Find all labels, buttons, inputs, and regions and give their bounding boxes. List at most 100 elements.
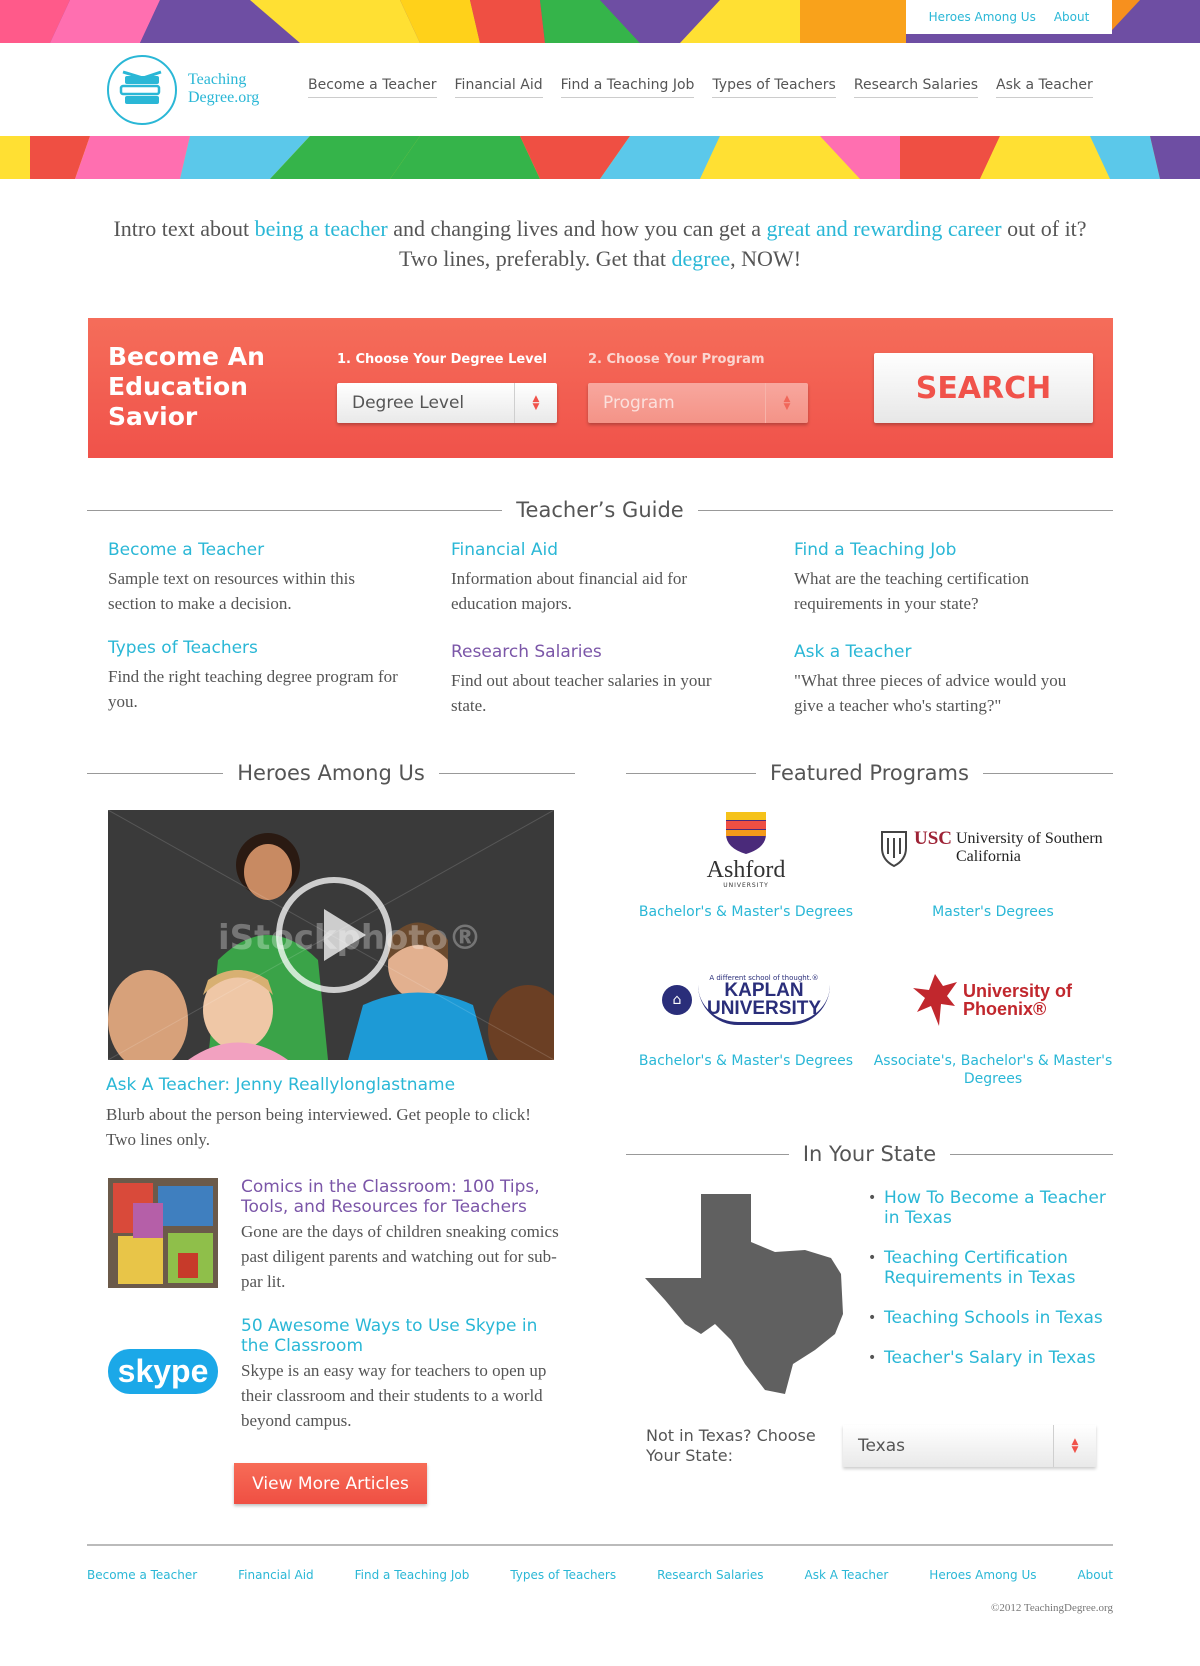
phoenix-logo: University of Phoenix® <box>873 957 1113 1042</box>
footer-link-ask-teacher[interactable]: Ask A Teacher <box>805 1568 889 1582</box>
guide-item: Types of Teachers Find the right teachin… <box>108 638 398 714</box>
divider <box>87 772 224 774</box>
state-prompt: Not in Texas? Choose Your State: <box>646 1426 816 1465</box>
nav-types-teachers[interactable]: Types of Teachers <box>712 77 836 98</box>
state-select[interactable]: Texas ▲ ▼ <box>843 1425 1096 1467</box>
footer-link-types-teachers[interactable]: Types of Teachers <box>510 1568 616 1582</box>
footer-link-become-teacher[interactable]: Become a Teacher <box>87 1568 197 1582</box>
footer-link-about[interactable]: About <box>1077 1568 1112 1582</box>
comics-thumbnail[interactable] <box>108 1178 218 1288</box>
divider <box>697 509 1114 511</box>
logo-text[interactable]: Teaching Degree.org <box>188 71 259 107</box>
program-select[interactable]: Program ▲ ▼ <box>588 383 808 423</box>
footer-link-find-job[interactable]: Find a Teaching Job <box>355 1568 470 1582</box>
intro-link-degree[interactable]: degree <box>672 246 731 271</box>
guide-desc: Find the right teaching degree program f… <box>108 667 398 711</box>
nav-financial-aid[interactable]: Financial Aid <box>454 77 543 98</box>
degree-level-select[interactable]: Degree Level ▲ ▼ <box>337 383 557 423</box>
state-links: How To Become a Teacher in Texas Teachin… <box>868 1188 1108 1388</box>
degree-level-label: 1. Choose Your Degree Level <box>337 352 547 367</box>
guide-link-ask-teacher[interactable]: Ask a Teacher <box>794 642 1084 662</box>
nav-become-teacher[interactable]: Become a Teacher <box>308 77 437 98</box>
footer-link-heroes[interactable]: Heroes Among Us <box>929 1568 1036 1582</box>
top-link-about[interactable]: About <box>1054 10 1089 24</box>
state-link-become[interactable]: How To Become a Teacher in Texas <box>868 1188 1108 1228</box>
program-usc[interactable]: USC University of Southern California Ma… <box>873 808 1113 921</box>
guide-desc: "What three pieces of advice would you g… <box>794 671 1067 715</box>
updown-arrow-icon: ▲ ▼ <box>1071 1437 1079 1455</box>
program-caption: Bachelor's & Master's Degrees <box>638 1053 854 1069</box>
footer-divider <box>87 1544 1113 1546</box>
video-player[interactable]: iStockphoto® <box>108 810 554 1060</box>
view-more-articles-button[interactable]: View More Articles <box>234 1463 427 1504</box>
program-kaplan[interactable]: ⌂ A different school of thought.® KAPLAN… <box>626 957 866 1070</box>
state-link-schools[interactable]: Teaching Schools in Texas <box>868 1308 1108 1328</box>
guide-desc: Find out about teacher salaries in your … <box>451 671 712 715</box>
article-link-skype[interactable]: 50 Awesome Ways to Use Skype in the Clas… <box>241 1316 561 1356</box>
logo-line1: Teaching <box>188 71 247 88</box>
header: Teaching Degree.org Become a Teacher Fin… <box>0 43 1200 136</box>
top-color-banner: Heroes Among Us About <box>0 0 1200 43</box>
footer-link-financial-aid[interactable]: Financial Aid <box>238 1568 314 1582</box>
torch-icon: ⌂ <box>662 984 692 1015</box>
skype-logo[interactable]: skype <box>107 1316 219 1426</box>
article-desc: Gone are the days of children sneaking c… <box>241 1222 559 1291</box>
heroes-heading-text: Heroes Among Us <box>237 761 425 785</box>
guide-item: Research Salaries Find out about teacher… <box>451 642 741 718</box>
intro-text-4: , NOW! <box>730 246 802 271</box>
phoenix-wordmark: University of Phoenix® <box>963 980 1073 1019</box>
guide-item: Ask a Teacher "What three pieces of advi… <box>794 642 1084 718</box>
top-link-heroes[interactable]: Heroes Among Us <box>929 10 1036 24</box>
guide-desc: Sample text on resources within this sec… <box>108 569 355 613</box>
state-link-certification[interactable]: Teaching Certification Requirements in T… <box>868 1248 1108 1288</box>
guide-item: Financial Aid Information about financia… <box>451 540 741 616</box>
usc-sub: University of Southern California <box>956 830 1103 865</box>
guide-desc: Information about financial aid for educ… <box>451 569 688 613</box>
usc-wordmark: USC <box>914 828 953 849</box>
article-link-comics[interactable]: Comics in the Classroom: 100 Tips, Tools… <box>241 1177 561 1217</box>
state-link-salary[interactable]: Teacher's Salary in Texas <box>868 1348 1108 1368</box>
programs-heading: Featured Programs <box>626 758 1113 788</box>
nav-ask-teacher[interactable]: Ask a Teacher <box>996 77 1093 98</box>
program-caption: Associate's, Bachelor's & Master's Degre… <box>873 1053 1113 1087</box>
divider <box>438 772 576 774</box>
intro-link-career[interactable]: great and rewarding career <box>767 216 1002 241</box>
books-icon <box>119 70 162 104</box>
heroes-heading: Heroes Among Us <box>87 758 576 788</box>
site-logo[interactable] <box>107 55 177 125</box>
video-blurb: Blurb about the person being interviewed… <box>106 1105 531 1149</box>
guide-heading-text: Teacher’s Guide <box>516 498 684 522</box>
usc-logo: USC University of Southern California <box>873 808 1113 893</box>
nav-find-job[interactable]: Find a Teaching Job <box>560 77 695 98</box>
guide-link-become-teacher[interactable]: Become a Teacher <box>108 540 398 560</box>
logo-line2: Degree.org <box>188 89 260 106</box>
guide-link-research-salaries[interactable]: Research Salaries <box>451 642 741 662</box>
divider <box>950 1153 1113 1155</box>
program-caption: Bachelor's & Master's Degrees <box>638 904 854 920</box>
guide-link-types-teachers[interactable]: Types of Teachers <box>108 638 398 658</box>
divider <box>982 772 1113 774</box>
program-ashford[interactable]: Ashford UNIVERSITY Bachelor's & Master's… <box>626 808 866 921</box>
copyright: ©2012 TeachingDegree.org <box>990 1602 1113 1614</box>
guide-desc: What are the teaching certification requ… <box>794 569 1030 613</box>
program-caption: Master's Degrees <box>932 904 1054 920</box>
footer-link-research-salaries[interactable]: Research Salaries <box>657 1568 763 1582</box>
kaplan-wordmark: KAPLAN UNIVERSITY <box>706 980 822 1019</box>
updown-arrow-icon: ▲ ▼ <box>783 394 791 412</box>
guide-link-financial-aid[interactable]: Financial Aid <box>451 540 741 560</box>
divider <box>626 772 757 774</box>
guide-link-find-job[interactable]: Find a Teaching Job <box>794 540 1084 560</box>
program-phoenix[interactable]: University of Phoenix® Associate's, Bach… <box>873 957 1113 1088</box>
texas-map[interactable] <box>645 1194 851 1394</box>
intro-link-being-teacher[interactable]: being a teacher <box>255 216 388 241</box>
article-desc: Skype is an easy way for teachers to ope… <box>241 1361 547 1430</box>
search-button[interactable]: SEARCH <box>874 353 1093 423</box>
nav-research-salaries[interactable]: Research Salaries <box>853 77 979 98</box>
video-caption-link[interactable]: Ask A Teacher: Jenny Reallylonglastname <box>106 1075 455 1095</box>
ashford-logo: Ashford UNIVERSITY <box>626 808 866 893</box>
intro-text-2: and changing lives and how you can get a <box>387 216 767 241</box>
search-panel: Become An Education Savior 1. Choose You… <box>88 318 1113 458</box>
play-icon[interactable] <box>276 877 392 993</box>
seal-icon <box>881 831 907 868</box>
guide-heading: Teacher’s Guide <box>87 495 1114 525</box>
